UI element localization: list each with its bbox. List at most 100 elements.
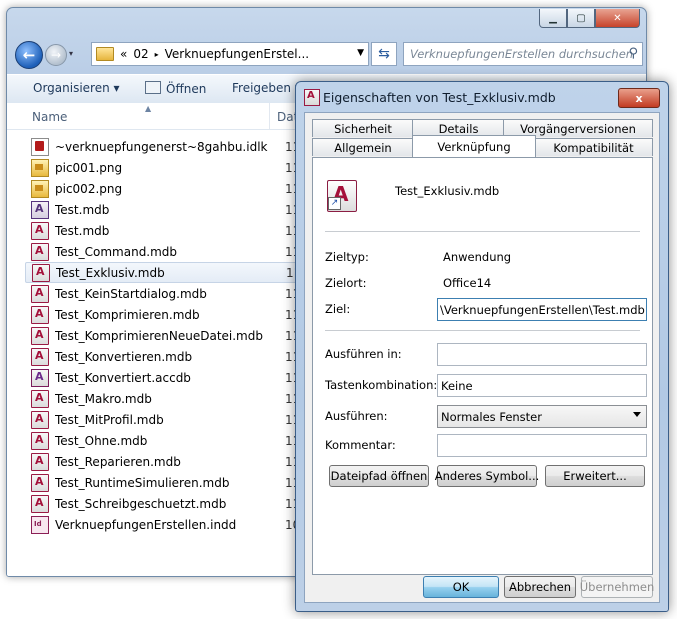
access-mdb-icon (31, 222, 49, 240)
open-icon (145, 81, 161, 94)
target-input[interactable]: \VerknuepfungenErstellen\Test.mdb" /excl (437, 298, 647, 321)
refresh-icon[interactable]: ⇆ (371, 42, 397, 66)
file-name: Test_Schreibgeschuetzt.mdb (55, 497, 227, 511)
open-button-label: Öffnen (166, 82, 207, 96)
file-name: Test_Makro.mdb (55, 392, 152, 406)
indesign-icon (31, 516, 49, 534)
file-name: Test_Command.mdb (55, 245, 178, 259)
cancel-button[interactable]: Abbrechen (504, 576, 576, 598)
recent-pages-dropdown[interactable]: ▾ (69, 49, 73, 58)
file-name: Test.mdb (55, 203, 110, 217)
apply-button[interactable]: Übernehmen (580, 576, 654, 598)
access-shortcut-icon (31, 285, 49, 303)
file-name: Test.mdb (55, 224, 110, 238)
access-shortcut-large-icon (327, 180, 357, 212)
access-shortcut-icon (304, 89, 320, 106)
dialog-title: Eigenschaften von Test_Exklusiv.mdb (323, 90, 556, 105)
target-label: Ziel: (325, 302, 351, 316)
comment-label: Kommentar: (325, 438, 396, 452)
access-shortcut-icon (31, 243, 49, 261)
advanced-button[interactable]: Erweitert... (545, 465, 645, 487)
target-type-label: Zieltyp: (325, 250, 369, 264)
png-icon (31, 159, 49, 177)
file-name: Test_Reparieren.mdb (55, 455, 181, 469)
start-in-input[interactable] (437, 343, 647, 366)
file-name: Test_KomprimierenNeueDatei.mdb (55, 329, 263, 343)
access-shortcut-icon (31, 327, 49, 345)
file-name: pic002.png (55, 182, 123, 196)
chevron-right-icon[interactable]: ▸ (155, 50, 159, 59)
column-separator[interactable] (269, 103, 270, 129)
lock-file-icon (31, 138, 49, 156)
run-select-value: Normales Fenster (441, 409, 542, 424)
column-header-name[interactable]: Name (32, 110, 67, 124)
search-icon[interactable]: ⚲ (628, 46, 638, 61)
divider (325, 330, 640, 331)
change-icon-button[interactable]: Anderes Symbol... (435, 465, 539, 487)
dialog-body: Sicherheit Details Vorgängerversionen Al… (304, 112, 660, 603)
file-name: Test_Ohne.mdb (55, 434, 148, 448)
file-name: ~verknuepfungenerst~8gahbu.idlk (55, 140, 268, 154)
shortcut-key-input[interactable]: Keine (437, 374, 647, 397)
run-select[interactable]: Normales Fenster (437, 405, 647, 428)
file-name: Test_Konvertiert.accdb (55, 371, 191, 385)
minimize-button[interactable]: ▁ (539, 9, 567, 28)
chevron-down-icon (633, 412, 641, 417)
breadcrumb-segment-02[interactable]: 02 (133, 47, 148, 61)
breadcrumb-overflow[interactable]: « (120, 47, 127, 61)
file-name: Test_Komprimieren.mdb (55, 308, 200, 322)
run-label: Ausführen: (325, 409, 388, 423)
ok-button[interactable]: OK (423, 576, 499, 598)
access-shortcut-icon (31, 495, 49, 513)
forward-arrow-icon[interactable]: → (45, 44, 67, 66)
tab-shortcut[interactable]: Verknüpfung (412, 135, 536, 157)
png-icon (31, 180, 49, 198)
open-file-location-button[interactable]: Dateipfad öffnen (329, 465, 429, 487)
maximize-button[interactable]: ▢ (567, 9, 595, 28)
access-accdb-icon (31, 369, 49, 387)
shortcut-filename: Test_Exklusiv.mdb (395, 184, 500, 198)
file-name: Test_Exklusiv.mdb (56, 265, 165, 280)
window-caption-buttons: ▁ ▢ ✕ (539, 9, 640, 28)
access-shortcut-icon (31, 411, 49, 429)
file-name: VerknuepfungenErstellen.indd (55, 518, 237, 532)
access-shortcut-icon (32, 263, 50, 282)
properties-dialog: Eigenschaften von Test_Exklusiv.mdb x Si… (295, 81, 669, 612)
target-location-label: Zielort: (325, 276, 367, 290)
access-shortcut-icon (31, 306, 49, 324)
tab-compatibility[interactable]: Kompatibilität (534, 138, 653, 156)
back-arrow-icon[interactable]: ← (15, 41, 43, 69)
folder-icon (96, 47, 114, 61)
search-input[interactable]: VerknuepfungenErstellen durchsuchen ⚲ (403, 42, 643, 66)
file-name: Test_RuntimeSimulieren.mdb (55, 476, 230, 490)
shortcut-key-label: Tastenkombination: (325, 378, 438, 392)
organize-menu[interactable]: Organisieren ▾ (33, 81, 120, 95)
access-shortcut-icon (31, 390, 49, 408)
navigation-bar: ← → ▾ « 02 ▸ VerknuepfungenErstel... ▼ ⇆… (15, 41, 643, 69)
access-mdb-icon (31, 201, 49, 219)
target-type-value: Anwendung (443, 250, 512, 264)
file-name: Test_Konvertieren.mdb (55, 350, 193, 364)
tab-general[interactable]: Allgemein (312, 138, 414, 156)
address-bar[interactable]: « 02 ▸ VerknuepfungenErstel... ▼ (91, 42, 369, 66)
dialog-close-button[interactable]: x (618, 88, 660, 108)
target-location-value: Office14 (443, 276, 492, 290)
close-button[interactable]: ✕ (595, 9, 640, 28)
sort-ascending-icon: ▲ (145, 104, 152, 113)
access-shortcut-icon (31, 432, 49, 450)
file-name: Test_MitProfil.mdb (55, 413, 164, 427)
tab-security[interactable]: Sicherheit (312, 119, 414, 137)
file-name: Test_KeinStartdialog.mdb (55, 287, 207, 301)
shortcut-key-value: Keine (441, 378, 473, 393)
address-dropdown-icon[interactable]: ▼ (357, 48, 364, 58)
access-shortcut-icon (31, 453, 49, 471)
divider (325, 231, 640, 232)
comment-input[interactable] (437, 434, 647, 457)
search-placeholder: VerknuepfungenErstellen durchsuchen (410, 47, 634, 61)
shortcut-panel: Test_Exklusiv.mdb Zieltyp: Anwendung Zie… (312, 157, 653, 575)
open-button[interactable]: Öffnen (145, 81, 206, 96)
access-shortcut-icon (31, 474, 49, 492)
access-shortcut-icon (31, 348, 49, 366)
start-in-label: Ausführen in: (325, 347, 402, 361)
breadcrumb-segment-current[interactable]: VerknuepfungenErstel... (165, 47, 309, 61)
